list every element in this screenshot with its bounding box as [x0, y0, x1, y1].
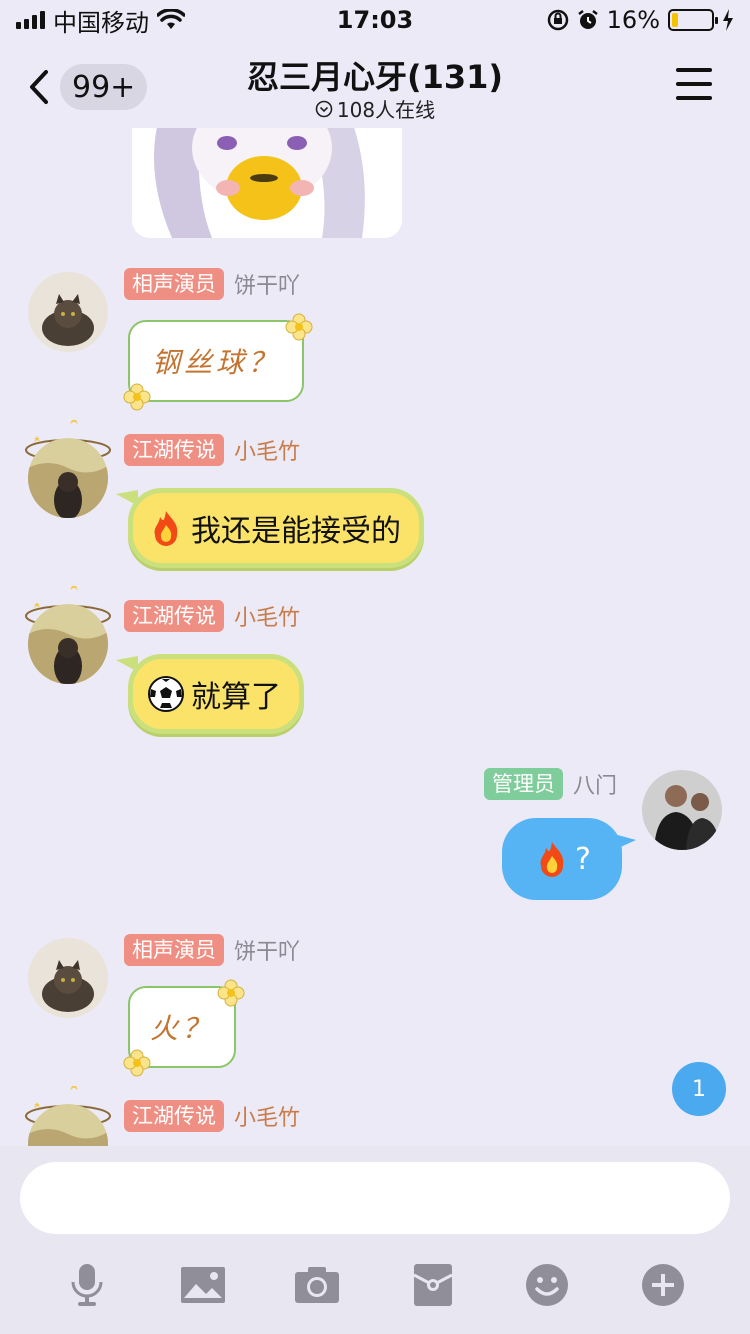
charging-icon [723, 9, 733, 31]
signal-icon [16, 11, 45, 29]
online-count: 108人在线 [336, 98, 436, 122]
avatar[interactable] [28, 438, 108, 518]
sender-meta: 相声演员 饼干吖 [124, 934, 300, 966]
sender-name[interactable]: 小毛竹 [234, 1100, 300, 1132]
sender-meta: 管理员 八门 [484, 768, 617, 800]
red-packet-icon[interactable] [408, 1262, 458, 1308]
role-tag: 江湖传说 [124, 434, 224, 466]
hamburger-icon[interactable] [676, 68, 712, 100]
message-text: 钢丝球？ [151, 346, 280, 379]
role-tag: 管理员 [484, 768, 563, 800]
battery-percent: 16% [606, 6, 660, 34]
image-icon[interactable] [178, 1262, 228, 1308]
chat-header: 99+ 忍三月心牙(131) 108人在线 [0, 40, 750, 128]
avatar[interactable] [28, 938, 108, 1018]
rotation-lock-icon [547, 9, 568, 31]
sender-name[interactable]: 小毛竹 [234, 600, 300, 632]
flower-icon [285, 313, 313, 341]
role-tag: 江湖传说 [124, 600, 224, 632]
input-area [0, 1146, 750, 1334]
sender-name[interactable]: 饼干吖 [234, 934, 300, 966]
sender-meta: 江湖传说 小毛竹 [124, 434, 300, 466]
flower-icon [217, 979, 245, 1007]
message-bubble[interactable]: 就算了 [128, 654, 304, 734]
carrier-label: 中国移动 [53, 8, 149, 37]
message-bubble[interactable]: 我还是能接受的 [128, 488, 424, 568]
online-status[interactable]: 108人在线 [0, 94, 750, 123]
battery-icon [668, 9, 718, 31]
status-left: 中国移动 [16, 3, 185, 38]
microphone-icon[interactable] [62, 1262, 112, 1308]
fire-icon [540, 842, 564, 877]
bubble-tail [614, 834, 636, 850]
camera-icon[interactable] [292, 1262, 342, 1308]
message-list[interactable]: 相声演员 饼干吖 钢丝球？ 江湖传说 小毛竹 我还是能接受的 江湖传说 小毛竹 … [0, 128, 750, 1146]
message-text: 就算了 [191, 680, 281, 715]
soccer-ball-icon [148, 676, 184, 712]
input-toolbar [0, 1252, 750, 1312]
sticker-image[interactable] [132, 128, 402, 238]
chevron-down-circle-icon [315, 100, 333, 117]
new-message-badge[interactable]: 1 [672, 1062, 726, 1116]
flower-icon [123, 383, 151, 411]
message-bubble[interactable]: 钢丝球？ [128, 320, 304, 402]
sender-name[interactable]: 饼干吖 [234, 268, 300, 300]
sender-meta: 相声演员 饼干吖 [124, 268, 300, 300]
sender-name[interactable]: 小毛竹 [234, 434, 300, 466]
role-tag: 江湖传说 [124, 1100, 224, 1132]
sender-name[interactable]: 八门 [573, 768, 617, 800]
plus-icon[interactable] [638, 1262, 688, 1308]
status-right: 16% [547, 6, 734, 34]
message-text: ? [575, 841, 591, 877]
wifi-icon [157, 9, 185, 29]
role-tag: 相声演员 [124, 268, 224, 300]
message-input[interactable] [20, 1162, 730, 1234]
message-bubble[interactable]: ? [502, 818, 622, 900]
group-title[interactable]: 忍三月心牙(131) [0, 52, 750, 98]
alarm-icon [577, 10, 598, 29]
avatar[interactable] [642, 770, 722, 850]
avatar[interactable] [28, 604, 108, 684]
sender-meta: 江湖传说 小毛竹 [124, 1100, 300, 1132]
fire-icon [154, 511, 178, 546]
status-bar: 中国移动 17:03 16% [0, 0, 750, 40]
avatar[interactable] [28, 272, 108, 352]
message-text: 我还是能接受的 [191, 514, 401, 549]
emoji-icon[interactable] [522, 1262, 572, 1308]
flower-icon [123, 1049, 151, 1077]
message-text: 火？ [149, 1012, 214, 1045]
role-tag: 相声演员 [124, 934, 224, 966]
sender-meta: 江湖传说 小毛竹 [124, 600, 300, 632]
